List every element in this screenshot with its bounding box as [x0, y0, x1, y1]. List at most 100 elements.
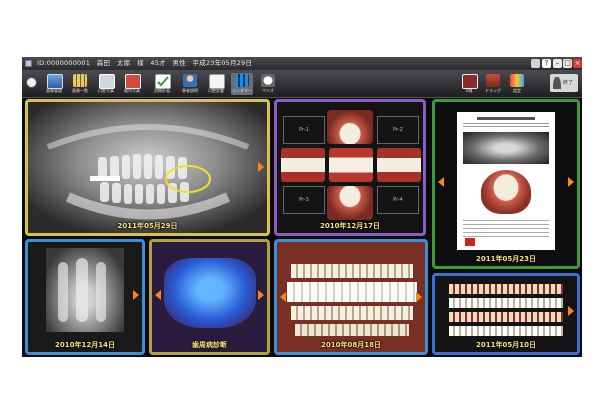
- report-header: [477, 117, 535, 120]
- panoramic-xray-image: [28, 102, 267, 233]
- camera-icon: [99, 74, 115, 89]
- grid-icon: [73, 74, 87, 87]
- upper-occlusal-photo: [327, 110, 373, 144]
- prev-arrow-icon[interactable]: [280, 292, 286, 302]
- shade-chart-tile[interactable]: 2010年08月18日: [274, 239, 428, 355]
- next-arrow-icon[interactable]: [258, 290, 264, 300]
- tool-label: ペリオ: [262, 88, 274, 93]
- tool-oral-exam[interactable]: 口腔診査: [205, 73, 227, 95]
- image-date: 2011年05月29日: [117, 222, 178, 230]
- tool-image-manage[interactable]: 画像管理: [43, 73, 65, 95]
- tooth-icon: [261, 74, 275, 87]
- tooth-root: [96, 262, 106, 322]
- tool-image-list[interactable]: 画像一覧: [69, 73, 91, 95]
- tool-settings[interactable]: 設定: [506, 73, 528, 95]
- image-date: 2010年12月17日: [320, 222, 380, 230]
- tool-label: 画像管理: [46, 88, 62, 93]
- image-date: 2010年12月14日: [55, 341, 115, 349]
- checklist-icon: [155, 74, 171, 89]
- next-arrow-icon[interactable]: [133, 290, 139, 300]
- prev-arrow-icon[interactable]: [438, 177, 444, 187]
- fluorescence-tile[interactable]: 歯周病診断: [149, 239, 270, 355]
- tool-label: 設定: [513, 88, 521, 93]
- minimize-button[interactable]: –: [553, 59, 562, 68]
- tool-label: X線: [465, 88, 473, 93]
- report-text: [463, 123, 549, 129]
- dentition-icon: [125, 74, 141, 89]
- tool-label: 口腔写真: [98, 88, 114, 93]
- report-xray-image: [463, 132, 549, 164]
- image-date: 2010年08月18日: [321, 341, 381, 349]
- shade-guide-row: [287, 282, 417, 302]
- toolbar: 画像管理 画像一覧 口腔写真 歯列写真 治療計画 患者説明 口腔診査 ランダマー…: [22, 70, 582, 98]
- report-tile[interactable]: 2011年05月23日: [432, 99, 580, 269]
- layout-icon: [235, 74, 249, 87]
- tooth-root: [58, 262, 68, 322]
- tool-dentition-photo[interactable]: 歯列写真: [121, 73, 143, 95]
- chart-band: [449, 298, 563, 308]
- app-window: ID:0000000001 森田 太郎 様 45才 男性 平成23年05月29日…: [22, 57, 582, 357]
- report-occlusal-image: [481, 170, 531, 214]
- lower-shade-row: [291, 306, 413, 320]
- next-arrow-icon[interactable]: [258, 162, 264, 172]
- tool-label: 口腔診査: [208, 88, 224, 93]
- image-date: 2011年05月23日: [476, 255, 536, 263]
- document-icon: [209, 74, 225, 89]
- lower-occlusal-photo: [327, 186, 373, 220]
- perio-chart-tile[interactable]: 2011年05月10日: [432, 273, 580, 355]
- right-buccal-photo: [281, 148, 325, 182]
- tool-oral-photo[interactable]: 口腔写真: [95, 73, 117, 95]
- chart-band: [449, 284, 563, 294]
- person-icon: [553, 77, 561, 89]
- exit-button[interactable]: 終了: [550, 74, 578, 92]
- back-icon[interactable]: [26, 77, 37, 88]
- tool-treatment-plan[interactable]: 治療計画: [151, 73, 173, 95]
- scanner-icon: [462, 74, 478, 89]
- maximize-button[interactable]: □: [563, 59, 572, 68]
- prev-arrow-icon[interactable]: [155, 290, 161, 300]
- photo-slot: Pr-1: [283, 116, 325, 144]
- chart-band: [449, 326, 563, 336]
- photo-slot: Pr-4: [377, 186, 419, 214]
- report-notes: [463, 220, 549, 240]
- exit-label: 終了: [563, 80, 574, 86]
- fluorescence-image: [164, 258, 256, 328]
- panoramic-xray-tile[interactable]: 2011年05月29日: [25, 99, 270, 236]
- person-icon: [183, 74, 197, 87]
- tool-label: 画像一覧: [72, 88, 88, 93]
- tool-label: 歯列写真: [124, 88, 140, 93]
- palette-icon: [510, 74, 524, 87]
- tool-label: 患者説明: [182, 88, 198, 93]
- app-icon: [25, 60, 32, 67]
- monitor-icon: [47, 74, 63, 89]
- photo-slot: Pr-3: [283, 186, 325, 214]
- help-icon[interactable]: ?: [542, 59, 551, 68]
- image-date: 歯周病診断: [192, 341, 227, 349]
- patient-info: ID:0000000001 森田 太郎 様 45才 男性 平成23年05月29日: [37, 59, 253, 67]
- chart-band: [449, 312, 563, 322]
- intraoral-photo-tile[interactable]: Pr-1 Pr-2 Pr-3 Pr-4 2010年12月17日: [274, 99, 426, 236]
- next-arrow-icon[interactable]: [416, 292, 422, 302]
- close-button[interactable]: ×: [573, 59, 582, 68]
- next-arrow-icon[interactable]: [568, 177, 574, 187]
- settings-icon[interactable]: [531, 59, 540, 68]
- bottom-shade-row: [295, 324, 409, 336]
- frontal-photo: [329, 148, 373, 182]
- tool-label: ランダマー: [232, 88, 252, 93]
- tool-layout[interactable]: ランダマー: [231, 73, 253, 95]
- tool-patient-explain[interactable]: 患者説明: [179, 73, 201, 95]
- next-arrow-icon[interactable]: [568, 306, 574, 316]
- photo-slot: Pr-2: [377, 116, 419, 144]
- tool-label: 治療計画: [154, 88, 170, 93]
- tool-label: ドラッグ: [485, 88, 501, 93]
- tooth-root: [76, 258, 88, 322]
- image-date: 2011年05月10日: [476, 341, 536, 349]
- report-page: [457, 112, 555, 250]
- report-stamp: [465, 238, 475, 246]
- periapical-xray-tile[interactable]: 2010年12月14日: [25, 239, 145, 355]
- tool-xray[interactable]: X線: [458, 73, 480, 95]
- tray-icon: [486, 74, 500, 87]
- left-buccal-photo: [377, 148, 421, 182]
- tool-drag[interactable]: ドラッグ: [482, 73, 504, 95]
- tool-perio[interactable]: ペリオ: [257, 73, 279, 95]
